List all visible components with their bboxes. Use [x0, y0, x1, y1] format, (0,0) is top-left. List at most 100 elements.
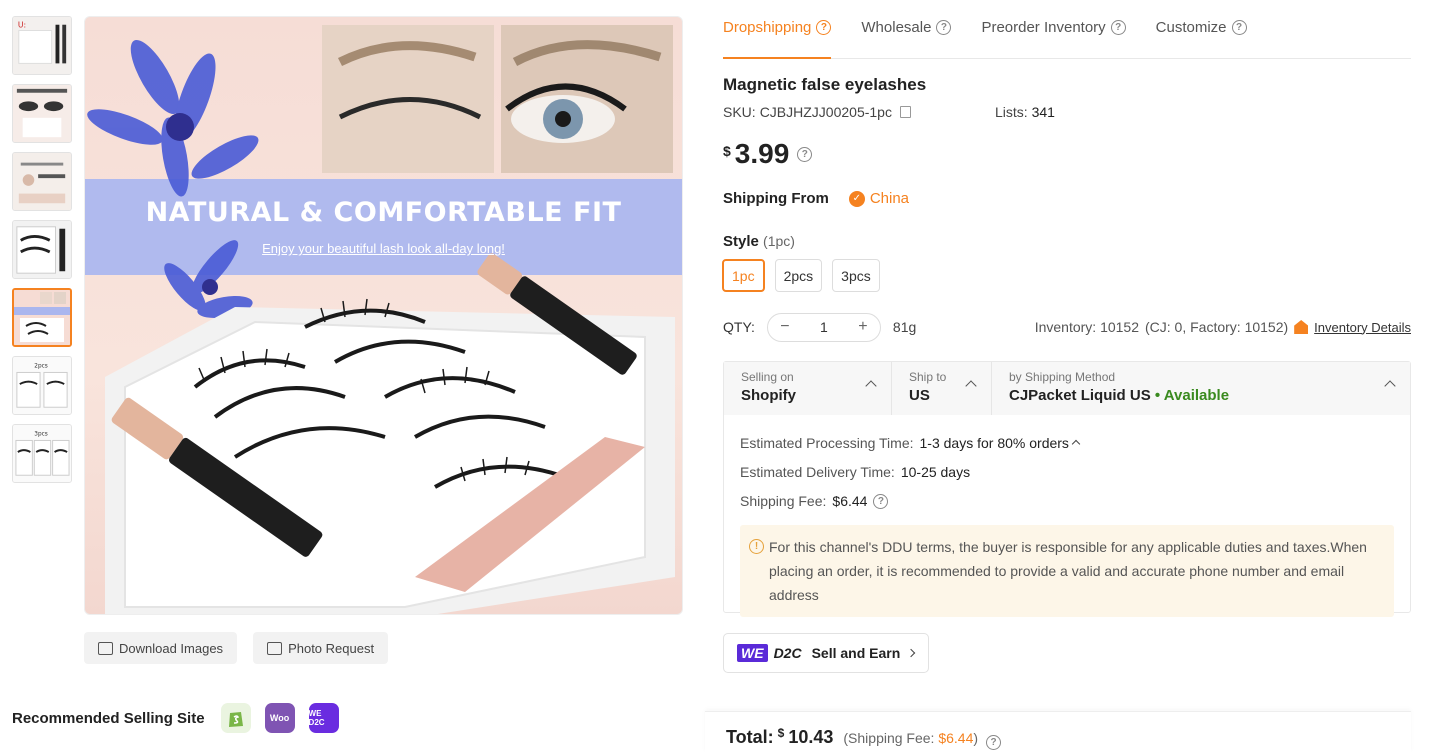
- processing-value: 1-3 days for 80% orders: [919, 434, 1069, 451]
- decrement-button[interactable]: −: [778, 318, 792, 336]
- warning-icon: !: [749, 539, 764, 554]
- shipping-from-option[interactable]: ✓ China: [848, 190, 909, 207]
- sku-label: SKU:: [723, 104, 756, 120]
- woocommerce-icon[interactable]: Woo: [264, 703, 295, 733]
- style-label: Style: [723, 233, 759, 250]
- d2c-logo: D2C: [773, 645, 802, 661]
- shipping-selectors: Selling on Shopify Ship to US by Shippin…: [724, 362, 1410, 415]
- processing-label: Estimated Processing Time:: [740, 434, 914, 451]
- selling-on-select[interactable]: Selling on Shopify: [724, 362, 892, 415]
- help-icon[interactable]: ?: [1110, 20, 1126, 35]
- image-action-buttons: Download Images Photo Request: [84, 632, 389, 664]
- inventory-info: Inventory: 10152 (CJ: 0, Factory: 10152)…: [1035, 319, 1411, 335]
- total-label: Total:: [726, 727, 774, 747]
- ship-to-select[interactable]: Ship to US: [892, 362, 992, 415]
- shipping-panel: Selling on Shopify Ship to US by Shippin…: [723, 361, 1411, 617]
- thumbnail-7[interactable]: 3pcs: [12, 424, 72, 483]
- help-icon[interactable]: ?: [873, 493, 889, 509]
- chevron-right-icon: [907, 648, 916, 658]
- shipping-method-row: CJPacket Liquid US • Available: [1009, 387, 1394, 404]
- fee-value: $6.44: [938, 730, 974, 746]
- increment-button[interactable]: +: [856, 318, 870, 336]
- thumbnail-3[interactable]: [12, 152, 72, 211]
- delivery-label: Estimated Delivery Time:: [740, 463, 895, 480]
- tab-label: Wholesale: [861, 19, 932, 36]
- tab-wholesale[interactable]: Wholesale ?: [861, 16, 952, 58]
- download-images-button[interactable]: Download Images: [84, 632, 238, 664]
- svg-text:2pcs: 2pcs: [34, 364, 48, 370]
- selling-on-value: Shopify: [741, 387, 796, 404]
- total-shipping-fee: (Shipping Fee: $6.44): [843, 730, 978, 746]
- inventory-detail: (CJ: 0, Factory: 10152): [1145, 319, 1289, 335]
- shipping-from-label: Shipping From: [723, 190, 829, 207]
- lists-count: Lists: 341: [995, 104, 1055, 120]
- ship-to-label: Ship to: [909, 370, 947, 384]
- shipping-from-row: Shipping From ✓ China: [723, 190, 909, 207]
- shipping-fee-row: Shipping Fee: $6.44 ?: [740, 486, 1394, 515]
- shipping-details: Estimated Processing Time: 1-3 days for …: [724, 415, 1410, 617]
- image-headline: NATURAL & COMFORTABLE FIT: [145, 197, 622, 228]
- inventory-count: Inventory: 10152: [1034, 319, 1139, 335]
- sku-value: CJBJHZJJ00205-1pc: [759, 104, 892, 120]
- main-product-image[interactable]: NATURAL & COMFORTABLE FIT Enjoy your bea…: [84, 16, 683, 615]
- sell-and-earn-button[interactable]: WE D2C Sell and Earn: [723, 633, 929, 673]
- delivery-value: 10-25 days: [900, 463, 971, 480]
- style-option-3pcs[interactable]: 3pcs: [832, 259, 880, 292]
- style-selected-note: (1pc): [763, 233, 795, 249]
- style-label-row: Style (1pc): [723, 233, 795, 250]
- purchase-tabs: Dropshipping ? Wholesale ? Preorder Inve…: [723, 16, 1411, 59]
- help-icon[interactable]: ?: [1231, 20, 1247, 35]
- photo-request-button[interactable]: Photo Request: [253, 632, 389, 664]
- image-subline: Enjoy your beautiful lash look all-day l…: [262, 241, 505, 256]
- quantity-stepper: − +: [766, 312, 881, 342]
- thumbnail-4[interactable]: [12, 220, 72, 279]
- chevron-up-icon[interactable]: [1071, 439, 1081, 449]
- product-illustration: [85, 25, 682, 614]
- thumbnail-2[interactable]: [12, 84, 72, 143]
- fee-prefix: (Shipping Fee:: [843, 730, 939, 746]
- style-options: 1pc 2pcs 3pcs: [722, 259, 880, 292]
- quantity-input[interactable]: [803, 319, 844, 335]
- shipping-method-label: by Shipping Method: [1009, 370, 1116, 384]
- tab-customize[interactable]: Customize ?: [1156, 16, 1247, 58]
- price-currency: $: [723, 143, 731, 159]
- style-option-1pc[interactable]: 1pc: [722, 259, 765, 292]
- price-value: 3.99: [734, 138, 790, 169]
- thumbnail-6[interactable]: 2pcs: [12, 356, 72, 415]
- inventory-details-link[interactable]: Inventory Details: [1314, 320, 1411, 335]
- warehouse-icon: [1294, 320, 1309, 334]
- image-icon: [98, 641, 113, 655]
- style-option-2pcs[interactable]: 2pcs: [774, 259, 823, 292]
- availability-status: • Available: [1154, 387, 1230, 404]
- help-icon[interactable]: ?: [936, 20, 952, 35]
- thumbnail-5-selected[interactable]: [12, 288, 72, 347]
- ddu-notice: ! For this channel's DDU terms, the buye…: [740, 525, 1394, 617]
- product-title: Magnetic false eyelashes: [723, 75, 927, 94]
- ship-to-value: US: [909, 387, 930, 404]
- recommended-label: Recommended Selling Site: [12, 709, 205, 727]
- shipping-fee-value: $6.44: [832, 492, 868, 509]
- tab-label: Preorder Inventory: [981, 19, 1106, 36]
- tab-label: Customize: [1155, 19, 1227, 36]
- lists-value: 341: [1031, 104, 1055, 120]
- thumbnail-1[interactable]: U:: [12, 16, 72, 75]
- help-icon[interactable]: ?: [986, 735, 1002, 750]
- shipping-method-select[interactable]: by Shipping Method CJPacket Liquid US • …: [992, 362, 1410, 415]
- price: $ 3.99 ?: [723, 138, 813, 170]
- copy-icon[interactable]: [899, 106, 911, 118]
- svg-text:3pcs: 3pcs: [34, 432, 48, 438]
- total-bar: Total: $ 10.43 (Shipping Fee: $6.44) ?: [705, 711, 1411, 753]
- total-value: 10.43: [788, 727, 834, 747]
- processing-time-row: Estimated Processing Time: 1-3 days for …: [740, 428, 1394, 457]
- shipping-fee-label: Shipping Fee:: [740, 492, 827, 509]
- tab-dropshipping[interactable]: Dropshipping ?: [723, 16, 832, 59]
- shopify-icon[interactable]: [220, 703, 251, 733]
- help-icon[interactable]: ?: [816, 20, 832, 35]
- tab-preorder-inventory[interactable]: Preorder Inventory ?: [981, 16, 1126, 58]
- sku-row: SKU: CJBJHZJJ00205-1pc: [723, 104, 911, 120]
- we-d2c-icon[interactable]: WE D2C: [308, 703, 339, 733]
- photo-request-label: Photo Request: [288, 640, 375, 656]
- thumbnail-strip: U: 2pcs 3pcs: [12, 16, 72, 492]
- help-icon[interactable]: ?: [797, 147, 813, 162]
- download-images-label: Download Images: [119, 640, 224, 656]
